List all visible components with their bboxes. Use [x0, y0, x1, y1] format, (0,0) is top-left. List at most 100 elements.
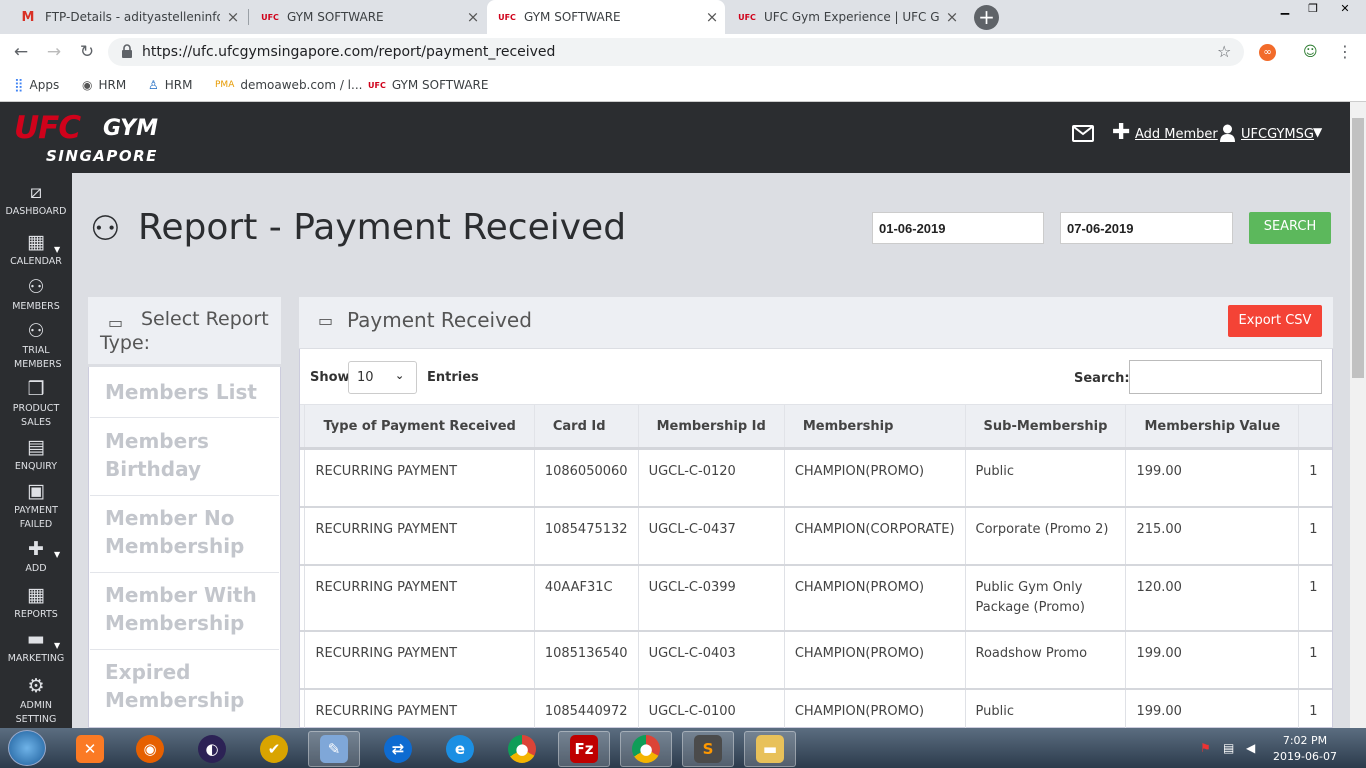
table-row: e RECURRING PAYMENT 1085440972 UGCL-C-01…: [300, 688, 1332, 728]
ufc-favicon: UFC: [261, 12, 279, 22]
book-icon: ▤: [27, 436, 45, 458]
user-menu-name[interactable]: UFCGYMSG: [1241, 127, 1314, 142]
column-header[interactable]: Card Id: [533, 404, 639, 450]
money-icon: ▣: [27, 480, 45, 502]
sidebar-item-dashboard[interactable]: ⧄ DASHBOARD: [0, 181, 72, 219]
windows-start-button[interactable]: [8, 730, 46, 766]
bookmark-demoaweb[interactable]: PMA demoaweb.com / l...: [215, 76, 362, 94]
sidebar-item-calendar[interactable]: ▦ CALENDAR: [0, 231, 72, 269]
column-header[interactable]: Sub-Membership: [964, 404, 1127, 450]
bookmark-hrm-1[interactable]: ◉ HRM: [82, 76, 126, 94]
sidebar-item-enquiry[interactable]: ▤ ENQUIRY: [0, 436, 72, 474]
export-csv-button[interactable]: Export CSV: [1228, 305, 1322, 337]
close-tab-icon[interactable]: ×: [460, 8, 486, 26]
page-scrollbar-thumb[interactable]: [1352, 118, 1364, 378]
extension-infinity-icon[interactable]: ∞: [1259, 44, 1276, 61]
chrome-taskbar-icon[interactable]: ●: [496, 731, 548, 767]
add-member-plus-icon[interactable]: ✚: [1112, 122, 1130, 144]
firefox-taskbar-icon[interactable]: ◉: [124, 731, 176, 767]
eclipse-taskbar-icon[interactable]: ◐: [186, 731, 238, 767]
bookmark-star-icon[interactable]: ☆: [1217, 42, 1231, 61]
caret-down-icon: ▼: [54, 550, 61, 559]
report-type-members-birthday[interactable]: Members Birthday: [90, 419, 279, 496]
browser-menu-icon[interactable]: ⋮: [1337, 42, 1353, 61]
tab-title: UFC Gym Experience | UFC GYM: [764, 10, 939, 24]
sidebar-item-marketing[interactable]: ▬ MARKETING: [0, 628, 72, 666]
date-from-input[interactable]: [872, 212, 1044, 244]
table-cell: Roadshow Promo: [964, 630, 1127, 690]
close-tab-icon[interactable]: ×: [220, 8, 246, 26]
chrome-active-taskbar-icon[interactable]: ●: [620, 731, 672, 767]
tab-ufc-gym-experience[interactable]: UFC UFC Gym Experience | UFC GYM ×: [727, 0, 965, 34]
ufc-favicon: UFC: [738, 12, 756, 22]
checkmark-app-taskbar-icon[interactable]: ✔: [248, 731, 300, 767]
xampp-taskbar-icon[interactable]: ✕: [64, 731, 116, 767]
taskbar-clock[interactable]: 7:02 PM 2019-06-07: [1270, 733, 1340, 765]
sidebar-item-product-sales[interactable]: ❒ PRODUCT SALES: [0, 378, 72, 430]
volume-icon[interactable]: ◀: [1246, 741, 1255, 755]
internet-explorer-taskbar-icon[interactable]: e: [434, 731, 486, 767]
sidebar-item-label: MARKETING: [7, 653, 65, 664]
tab-ftp-details[interactable]: M FTP-Details - adityastelleninfotec ×: [8, 0, 246, 34]
inbox-icon: ▭: [318, 311, 334, 330]
close-tab-icon[interactable]: ×: [939, 8, 965, 26]
profile-avatar-icon[interactable]: ☺: [1303, 44, 1321, 62]
payment-table-container[interactable]: Type of Payment Received Card Id Members…: [300, 404, 1332, 728]
column-header[interactable]: Membership Id: [637, 404, 785, 450]
add-member-link[interactable]: Add Member: [1135, 127, 1218, 142]
paint-taskbar-icon[interactable]: ✎: [308, 731, 360, 767]
logo-gym[interactable]: GYM: [103, 116, 158, 141]
tab-gym-software-active[interactable]: UFC GYM SOFTWARE ×: [487, 0, 725, 34]
sidebar-item-admin-setting[interactable]: ⚙ ADMIN SETTING: [0, 675, 72, 727]
tab-gym-software-1[interactable]: UFC GYM SOFTWARE ×: [250, 0, 486, 34]
report-type-member-with-membership[interactable]: Member With Membership: [90, 573, 279, 650]
sidebar-item-payment-failed[interactable]: ▣ PAYMENT FAILED: [0, 480, 72, 532]
sublime-taskbar-icon[interactable]: S: [682, 731, 734, 767]
logo-ufc[interactable]: UFC: [14, 110, 81, 146]
network-icon[interactable]: ▤: [1223, 741, 1234, 755]
close-tab-icon[interactable]: ×: [699, 8, 725, 26]
sidebar-item-label: ADD: [25, 563, 47, 574]
column-header[interactable]: Membership: [783, 404, 966, 450]
sidebar-item-add[interactable]: ✚ ADD: [0, 538, 72, 576]
minimize-button[interactable]: ▁: [1271, 0, 1299, 18]
sidebar-item-reports[interactable]: ▦ REPORTS: [0, 584, 72, 622]
table-cell: RECURRING PAYMENT: [304, 630, 535, 690]
sidebar-item-members[interactable]: ⚇ MEMBERS: [0, 276, 72, 314]
table-search-input[interactable]: [1129, 360, 1322, 394]
bookmark-apps[interactable]: ⣿ Apps: [14, 76, 59, 94]
apps-grid-icon: ⣿: [14, 77, 24, 93]
caret-down-icon[interactable]: ▼: [1313, 125, 1322, 139]
report-type-members-list[interactable]: Members List: [90, 370, 279, 418]
url-text[interactable]: https://ufc.ufcgymsingapore.com/report/p…: [142, 44, 555, 60]
table-cell: RECURRING PAYMENT: [304, 448, 535, 508]
column-header[interactable]: Membership Value: [1125, 404, 1300, 450]
restore-button[interactable]: ❐: [1299, 0, 1327, 18]
bookmark-hrm-2[interactable]: ♙ HRM: [148, 76, 192, 94]
trial-members-icon: ⚇: [27, 320, 45, 342]
entries-length-select[interactable]: 10: [348, 361, 417, 394]
mail-icon[interactable]: [1072, 125, 1094, 142]
network-warning-icon[interactable]: ⚑: [1200, 741, 1211, 755]
forward-arrow-icon[interactable]: →: [43, 41, 65, 63]
report-type-expired-membership[interactable]: Expired Membership: [90, 650, 279, 728]
file-explorer-taskbar-icon[interactable]: ▬: [744, 731, 796, 767]
close-window-button[interactable]: ✕: [1327, 0, 1363, 18]
bookmark-gym-software[interactable]: UFC GYM SOFTWARE: [368, 76, 488, 94]
logo-singapore[interactable]: SINGAPORE: [46, 147, 158, 165]
cubes-icon: ❒: [27, 378, 45, 400]
reload-icon[interactable]: ↻: [76, 41, 98, 63]
report-type-title: Select Report Type:: [100, 308, 269, 354]
teamviewer-taskbar-icon[interactable]: ⇄: [372, 731, 424, 767]
filezilla-taskbar-icon[interactable]: Fz: [558, 731, 610, 767]
table-cell: 1: [1298, 688, 1332, 728]
search-button[interactable]: SEARCH: [1249, 212, 1331, 244]
clock-time: 7:02 PM: [1282, 734, 1328, 747]
column-header[interactable]: Type of Payment Received: [304, 404, 535, 450]
new-tab-button[interactable]: +: [974, 5, 999, 30]
back-arrow-icon[interactable]: ←: [10, 41, 32, 63]
report-type-member-no-membership[interactable]: Member No Membership: [90, 496, 279, 573]
date-to-input[interactable]: [1060, 212, 1233, 244]
sidebar-item-trial-members[interactable]: ⚇ TRIAL MEMBERS: [0, 320, 72, 372]
column-header[interactable]: [1298, 404, 1332, 450]
